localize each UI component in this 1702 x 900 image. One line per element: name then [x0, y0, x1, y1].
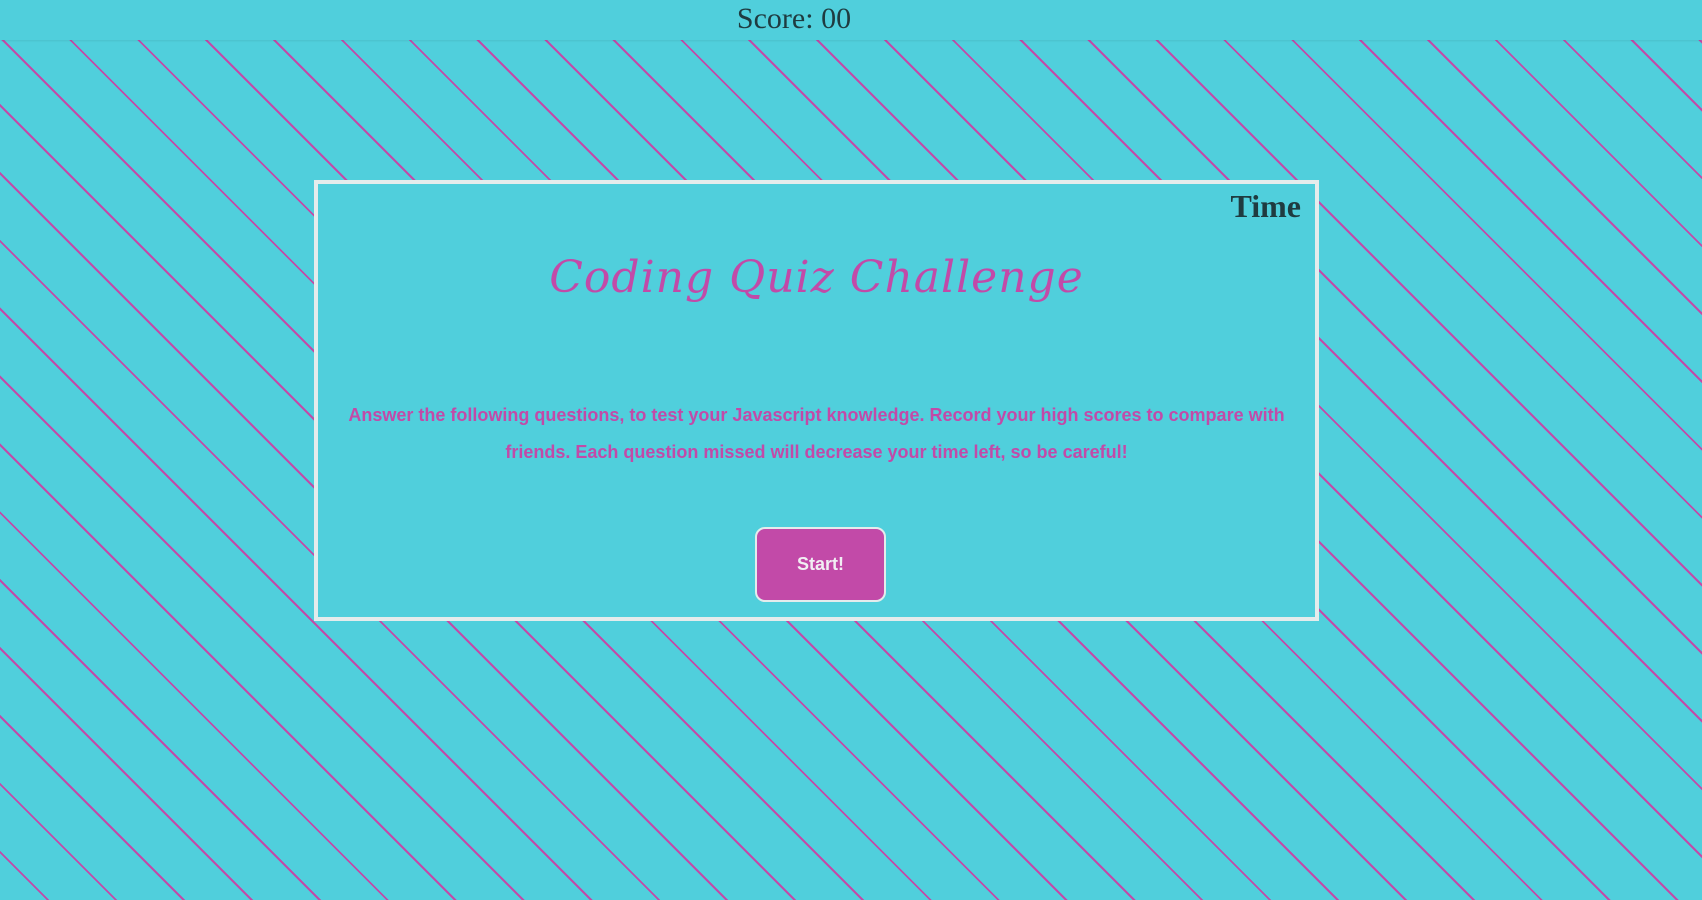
timer-label: Time: [1230, 188, 1301, 224]
start-button[interactable]: Start!: [755, 527, 886, 602]
quiz-card: Time Coding Quiz Challenge Answer the fo…: [314, 180, 1319, 621]
quiz-instructions: Answer the following questions, to test …: [348, 405, 1285, 462]
quiz-title: Coding Quiz Challenge: [549, 252, 1084, 303]
score-display: Score: 00: [736, 2, 852, 35]
top-bar: Score: 00: [0, 0, 1702, 40]
